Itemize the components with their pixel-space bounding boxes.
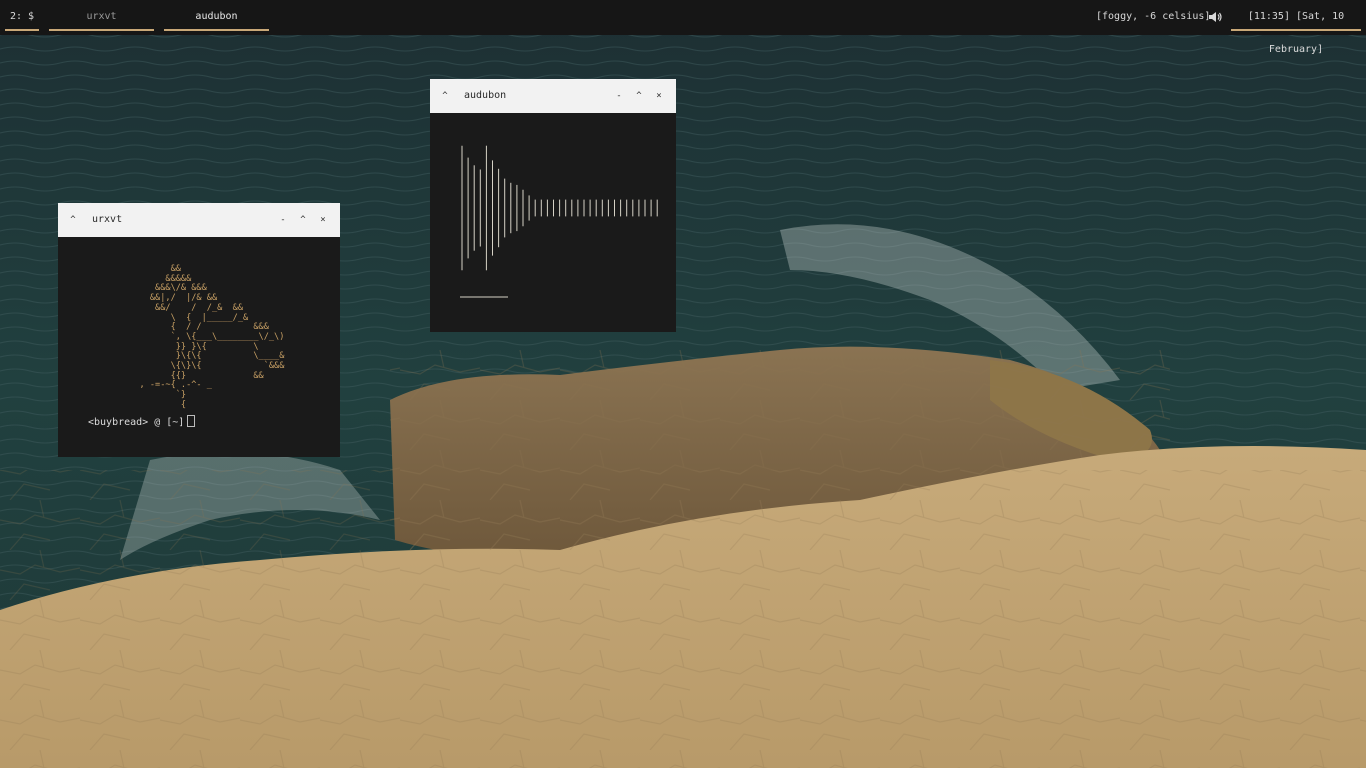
- minimize-button[interactable]: -: [277, 203, 289, 237]
- audio-spectrum-visualizer: [460, 145, 658, 298]
- workspace-label: 2: $: [9, 11, 35, 22]
- prompt-text: <buybread> @ [~]: [88, 417, 185, 428]
- workspace-tab-terminal[interactable]: 2: $: [5, 0, 39, 31]
- speaker-icon[interactable]: [1209, 11, 1222, 23]
- audubon-visualizer-window[interactable]: ^ audubon - ^ ×: [430, 79, 676, 332]
- minimize-button[interactable]: -: [613, 79, 625, 113]
- clock: [11:35] [Sat, 10 February]: [1231, 0, 1361, 55]
- workspace-underline: [49, 29, 154, 31]
- weather-status: [foggy, -6 celsius]: [1096, 11, 1211, 22]
- top-status-bar: 2: $ urxvt audubon [foggy, -6 celsius] […: [0, 0, 1366, 55]
- close-button[interactable]: ×: [317, 203, 329, 237]
- window-title: audubon: [464, 90, 507, 101]
- workspace-label: audubon: [195, 11, 238, 22]
- shell-prompt[interactable]: <buybread> @ [~]: [88, 415, 196, 428]
- workspace-tab-urxvt[interactable]: urxvt: [49, 0, 154, 31]
- urxvt-terminal-window[interactable]: ^ urxvt - ^ × && &&&&& &&&\/& &&& &&|,/ …: [58, 203, 340, 457]
- collapse-icon[interactable]: ^: [439, 79, 451, 113]
- text-cursor: [187, 415, 196, 427]
- window-titlebar[interactable]: ^ urxvt - ^ ×: [58, 203, 340, 237]
- ascii-art-bonsai: && &&&&& &&&\/& &&& &&|,/ |/& && &&/ / /…: [139, 264, 285, 410]
- collapse-icon[interactable]: ^: [67, 203, 79, 237]
- maximize-button[interactable]: ^: [633, 79, 645, 113]
- active-workspace-underline: [5, 29, 39, 31]
- clock-underline: [1231, 29, 1361, 31]
- workspace-label: urxvt: [86, 11, 117, 22]
- close-button[interactable]: ×: [653, 79, 665, 113]
- window-titlebar[interactable]: ^ audubon - ^ ×: [430, 79, 676, 113]
- active-workspace-underline: [164, 29, 269, 31]
- window-title: urxvt: [92, 214, 123, 225]
- maximize-button[interactable]: ^: [297, 203, 309, 237]
- workspace-tab-audubon[interactable]: audubon: [164, 0, 269, 31]
